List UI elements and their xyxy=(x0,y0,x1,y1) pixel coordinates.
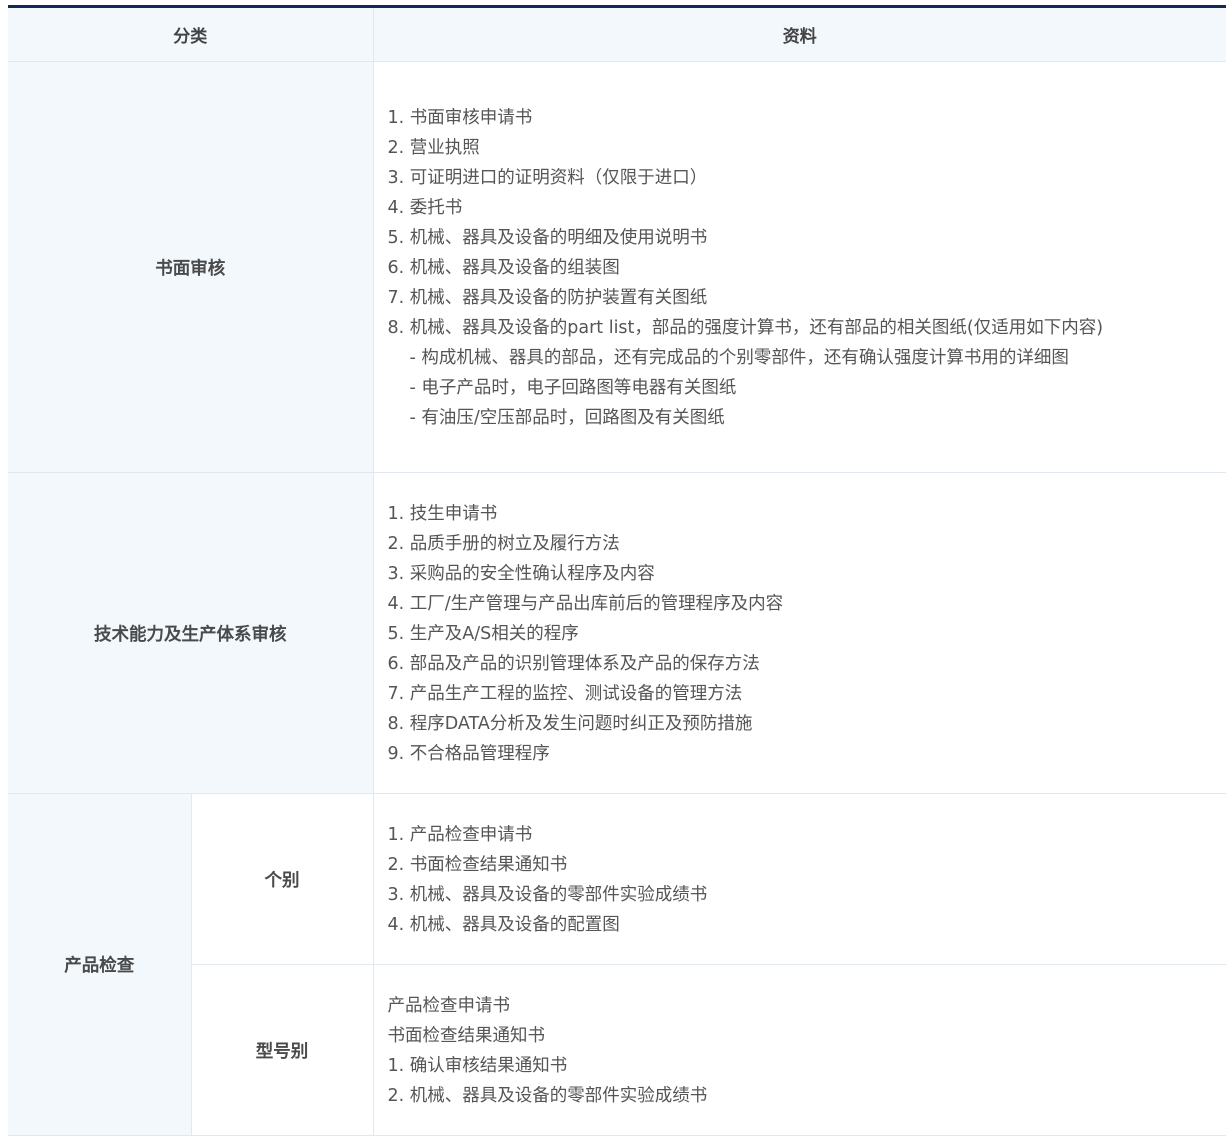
subcategory-by-model: 型号别 xyxy=(191,964,374,1136)
documents-by-model: 产品检查申请书 书面检查结果通知书 1. 确认审核结果通知书 2. 机械、器具及… xyxy=(373,964,1226,1136)
document-item: 2. 书面检查结果通知书 xyxy=(387,855,568,875)
document-item: 1. 产品检查申请书 xyxy=(387,825,533,845)
document-item: 7. 产品生产工程的监控、测试设备的管理方法 xyxy=(387,684,743,704)
document-item: 3. 可证明进口的证明资料（仅限于进口） xyxy=(387,168,708,188)
certification-documents-table: 分类 资料 书面审核 1. 书面审核申请书 2. 营业执照 3. 可证明进口的证… xyxy=(8,5,1226,1136)
documents-individual: 1. 产品检查申请书 2. 书面检查结果通知书 3. 机械、器具及设备的零部件实… xyxy=(373,793,1226,965)
document-item: 5. 机械、器具及设备的明细及使用说明书 xyxy=(387,228,708,248)
document-item: 8. 机械、器具及设备的part list，部品的强度计算书，还有部品的相关图纸… xyxy=(387,318,1104,338)
table-header-row: 分类 资料 xyxy=(8,6,1226,62)
category-product-inspection: 产品检查 xyxy=(8,793,192,1136)
document-item: 5. 生产及A/S相关的程序 xyxy=(387,624,579,644)
document-item: 2. 营业执照 xyxy=(387,138,480,158)
subcategory-individual: 个别 xyxy=(191,793,374,965)
document-item: 书面检查结果通知书 xyxy=(387,1026,546,1046)
document-item: 6. 部品及产品的识别管理体系及产品的保存方法 xyxy=(387,654,760,674)
document-item: 9. 不合格品管理程序 xyxy=(387,744,550,764)
table-row: 产品检查 个别 1. 产品检查申请书 2. 书面检查结果通知书 3. 机械、器具… xyxy=(8,793,1226,1136)
document-sub-item: - 有油压/空压部品时，回路图及有关图纸 xyxy=(409,408,725,428)
table-row: 技术能力及生产体系审核 1. 技生申请书 2. 品质手册的树立及履行方法 3. … xyxy=(8,472,1226,794)
document-item: 3. 机械、器具及设备的零部件实验成绩书 xyxy=(387,885,708,905)
header-category: 分类 xyxy=(8,6,374,62)
document-item: 1. 技生申请书 xyxy=(387,504,498,524)
documents-written-review: 1. 书面审核申请书 2. 营业执照 3. 可证明进口的证明资料（仅限于进口） … xyxy=(373,61,1226,473)
document-item: 8. 程序DATA分析及发生问题时纠正及预防措施 xyxy=(387,714,753,734)
document-item: 6. 机械、器具及设备的组装图 xyxy=(387,258,620,278)
document-item: 产品检查申请书 xyxy=(387,996,511,1016)
category-tech-review: 技术能力及生产体系审核 xyxy=(8,472,374,794)
document-item: 2. 品质手册的树立及履行方法 xyxy=(387,534,620,554)
document-item: 7. 机械、器具及设备的防护装置有关图纸 xyxy=(387,288,708,308)
document-item: 4. 工厂/生产管理与产品出库前后的管理程序及内容 xyxy=(387,594,784,614)
documents-tech-review: 1. 技生申请书 2. 品质手册的树立及履行方法 3. 采购品的安全性确认程序及… xyxy=(373,472,1226,794)
header-documents: 资料 xyxy=(373,6,1226,62)
document-sub-item: - 电子产品时，电子回路图等电器有关图纸 xyxy=(409,378,737,398)
document-item: 4. 机械、器具及设备的配置图 xyxy=(387,915,620,935)
document-sub-item: - 构成机械、器具的部品，还有完成品的个别零部件，还有确认强度计算书用的详细图 xyxy=(409,348,1069,368)
table-row: 书面审核 1. 书面审核申请书 2. 营业执照 3. 可证明进口的证明资料（仅限… xyxy=(8,61,1226,473)
document-item: 3. 采购品的安全性确认程序及内容 xyxy=(387,564,655,584)
content-area: 分类 资料 书面审核 1. 书面审核申请书 2. 营业执照 3. 可证明进口的证… xyxy=(8,5,1226,1136)
category-written-review: 书面审核 xyxy=(8,61,374,473)
table-row: 型号别 产品检查申请书 书面检查结果通知书 1. 确认审核结果通知书 2. 机械… xyxy=(8,964,1226,1136)
document-item: 2. 机械、器具及设备的零部件实验成绩书 xyxy=(387,1086,708,1106)
document-item: 1. 书面审核申请书 xyxy=(387,108,533,128)
document-item: 4. 委托书 xyxy=(387,198,463,218)
document-item: 1. 确认审核结果通知书 xyxy=(387,1056,568,1076)
